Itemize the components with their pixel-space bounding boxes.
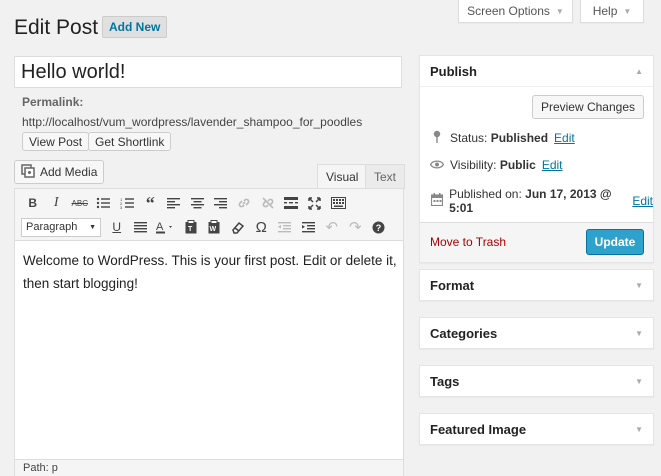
help-icon[interactable]: ?	[367, 216, 391, 238]
editor-box: B I ABC 123 “ Paragraph ▼ U A T W Ω ↶ ↷ …	[14, 188, 404, 476]
permalink-label: Permalink:	[22, 95, 84, 109]
svg-text:3: 3	[120, 205, 123, 209]
tab-text[interactable]: Text	[365, 164, 406, 189]
chevron-down-icon[interactable]: ▼	[635, 377, 643, 386]
visibility-row: Visibility: Public Edit	[429, 158, 563, 172]
chevron-down-icon: ▼	[555, 6, 564, 16]
align-left-icon[interactable]	[162, 192, 186, 214]
screen-options-label: Screen Options	[467, 4, 550, 18]
toolbar-toggle-icon[interactable]	[327, 192, 351, 214]
eye-icon	[429, 158, 445, 172]
update-button[interactable]: Update	[586, 229, 644, 255]
svg-text:A: A	[156, 221, 164, 233]
outdent-icon[interactable]	[273, 216, 297, 238]
post-content[interactable]: Welcome to WordPress. This is your first…	[23, 249, 397, 295]
italic-icon[interactable]: I	[45, 192, 69, 214]
visibility-label: Visibility:	[450, 158, 497, 172]
calendar-icon	[430, 193, 443, 209]
help-label: Help	[592, 4, 618, 18]
chevron-down-icon[interactable]: ▼	[635, 425, 643, 434]
special-character-icon[interactable]: Ω	[250, 216, 274, 238]
toolbar-row-1: B I ABC 123 “	[21, 192, 350, 214]
chevron-up-icon[interactable]: ▲	[635, 67, 643, 76]
page-title: Edit Post	[14, 16, 99, 39]
format-select[interactable]: Paragraph ▼	[21, 217, 101, 237]
format-box[interactable]: Format ▼	[419, 269, 654, 301]
published-on-label: Published on:	[449, 187, 522, 201]
add-media-button[interactable]: Add Media	[14, 160, 105, 184]
chevron-down-icon[interactable]: ▼	[635, 329, 643, 338]
strikethrough-icon[interactable]: ABC	[68, 192, 92, 214]
unlink-icon[interactable]	[256, 192, 280, 214]
align-right-icon[interactable]	[209, 192, 233, 214]
screen-options-tab[interactable]: Screen Options ▼	[458, 0, 573, 23]
categories-box[interactable]: Categories ▼	[419, 317, 654, 349]
edit-status-link[interactable]: Edit	[554, 131, 575, 145]
format-box-header[interactable]: Format ▼	[420, 270, 653, 300]
undo-icon[interactable]: ↶	[320, 216, 344, 238]
format-box-title: Format	[430, 277, 475, 293]
view-post-button[interactable]: View Post	[22, 132, 90, 151]
read-more-icon[interactable]	[280, 192, 304, 214]
categories-box-title: Categories	[430, 325, 498, 341]
preview-changes-button[interactable]: Preview Changes	[531, 95, 644, 119]
publish-box: Publish ▲ Preview Changes Status: Publis…	[419, 55, 654, 263]
insert-link-icon[interactable]	[233, 192, 257, 214]
paste-text-icon[interactable]: T	[179, 216, 203, 238]
tags-box-header[interactable]: Tags ▼	[420, 366, 653, 396]
svg-text:W: W	[210, 226, 217, 233]
publish-box-header[interactable]: Publish ▲	[420, 56, 653, 86]
featured-image-box-header[interactable]: Featured Image ▼	[420, 414, 653, 444]
edit-date-link[interactable]: Edit	[632, 194, 653, 208]
chevron-down-icon: ▼	[623, 6, 632, 16]
paste-word-icon[interactable]: W	[203, 216, 227, 238]
featured-image-box-title: Featured Image	[430, 421, 527, 437]
add-new-button[interactable]: Add New	[102, 16, 168, 38]
tab-visual[interactable]: Visual	[317, 164, 368, 189]
indent-icon[interactable]	[297, 216, 321, 238]
tags-box[interactable]: Tags ▼	[419, 365, 654, 397]
chevron-down-icon[interactable]: ▼	[635, 281, 643, 290]
status-value: Published	[490, 131, 549, 145]
redo-icon[interactable]: ↷	[344, 216, 368, 238]
underline-icon[interactable]: U	[105, 216, 129, 238]
get-shortlink-button[interactable]: Get Shortlink	[88, 132, 172, 151]
permalink-url[interactable]: http://localhost/vum_wordpress/lavender_…	[22, 115, 362, 129]
categories-box-header[interactable]: Categories ▼	[420, 318, 653, 348]
visibility-value: Public	[499, 158, 536, 172]
status-row: Status: Published Edit	[430, 130, 575, 146]
numbered-list-icon[interactable]: 123	[115, 192, 139, 214]
justify-icon[interactable]	[129, 216, 153, 238]
move-to-trash-link[interactable]: Move to Trash	[430, 235, 506, 249]
bullet-list-icon[interactable]	[92, 192, 116, 214]
text-color-icon[interactable]: A	[152, 216, 179, 238]
publish-body: Preview Changes Status: Published Edit V…	[420, 86, 653, 222]
media-icon	[21, 163, 35, 181]
svg-text:T: T	[188, 226, 193, 233]
chevron-down-icon: ▼	[89, 223, 96, 231]
publish-actions: Move to Trash Update	[420, 222, 653, 262]
tags-box-title: Tags	[430, 373, 460, 389]
fullscreen-icon[interactable]	[303, 192, 327, 214]
publish-box-title: Publish	[430, 63, 477, 79]
add-media-label: Add Media	[40, 165, 98, 179]
format-select-value: Paragraph	[26, 221, 78, 233]
align-center-icon[interactable]	[186, 192, 210, 214]
edit-visibility-link[interactable]: Edit	[542, 158, 563, 172]
post-title-input[interactable]: Hello world!	[14, 56, 402, 88]
status-label: Status:	[450, 131, 488, 145]
toolbar-row-2: Paragraph ▼ U A T W Ω ↶ ↷ ?	[21, 216, 391, 238]
svg-text:?: ?	[376, 223, 382, 233]
path-bar: Path: p	[15, 459, 403, 476]
published-on-row: Published on: Jun 17, 2013 @ 5:01 Edit	[430, 187, 653, 215]
pin-icon	[430, 130, 444, 146]
help-tab[interactable]: Help ▼	[580, 0, 644, 23]
bold-icon[interactable]: B	[21, 192, 45, 214]
eraser-icon[interactable]	[226, 216, 250, 238]
featured-image-box[interactable]: Featured Image ▼	[419, 413, 654, 445]
blockquote-icon[interactable]: “	[139, 192, 163, 214]
editor-toolbar: B I ABC 123 “ Paragraph ▼ U A T W Ω ↶ ↷ …	[15, 189, 403, 241]
